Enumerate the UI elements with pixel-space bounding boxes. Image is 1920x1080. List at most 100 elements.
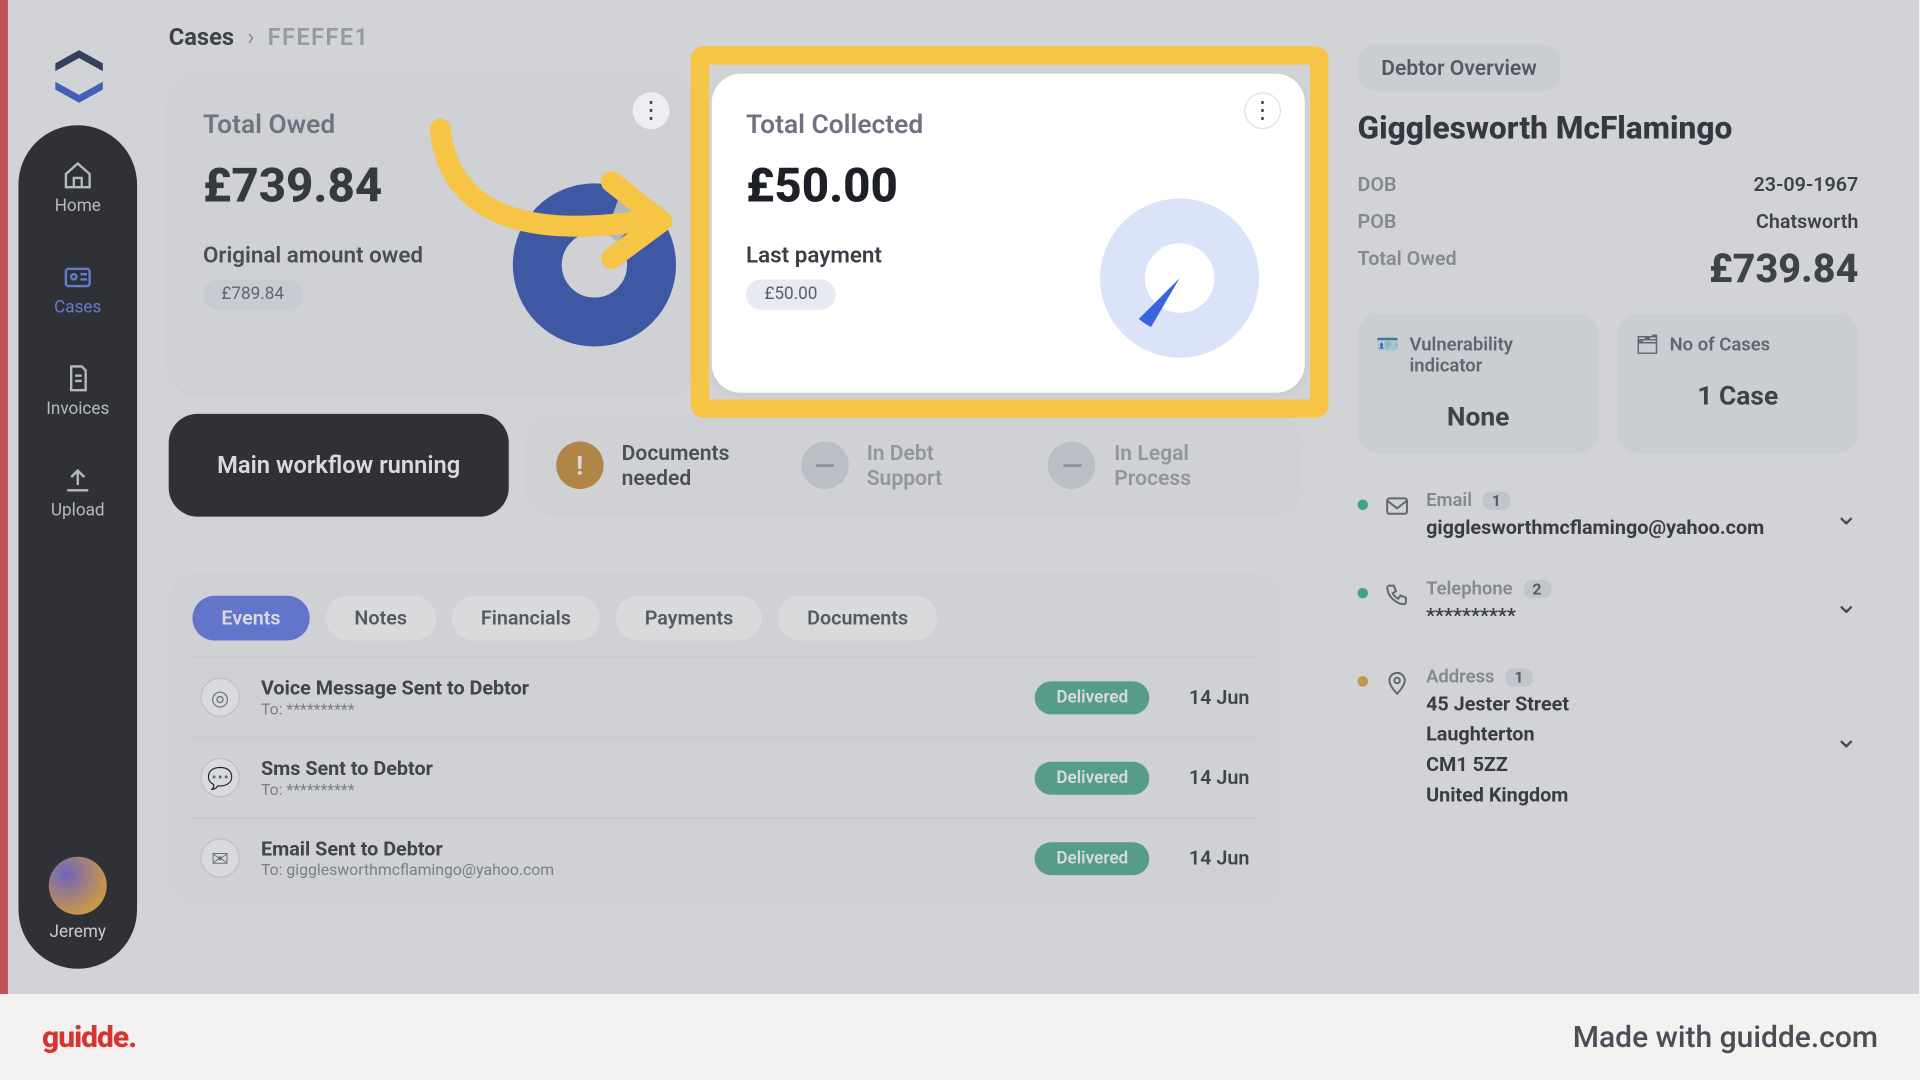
app-logo (42, 40, 116, 114)
tel-value: ********** (1426, 602, 1818, 630)
address-label: Address (1426, 667, 1494, 688)
address-line: Laughterton (1426, 721, 1818, 749)
location-icon (1384, 670, 1410, 696)
chevron-down-icon[interactable]: ⌄ (1834, 500, 1858, 533)
status-badge: Delivered (1035, 761, 1149, 794)
tab-notes[interactable]: Notes (325, 596, 436, 641)
chevron-down-icon[interactable]: ⌄ (1834, 588, 1858, 621)
section-chip: Debtor Overview (1358, 45, 1561, 91)
debtor-panel: Debtor Overview Gigglesworth McFlamingo … (1358, 45, 1859, 809)
pob-label: POB (1358, 210, 1397, 234)
status-bar: ! Documents needed — In Debt Support — I… (525, 414, 1303, 517)
dob-label: DOB (1358, 173, 1397, 197)
contact-email[interactable]: Email1 gigglesworthmcflamingo@yahoo.com … (1358, 490, 1859, 541)
contact-telephone[interactable]: Telephone 2 ********** ⌄ (1358, 579, 1859, 630)
activity-panel: Events Notes Financials Payments Documen… (169, 572, 1281, 905)
email-value: gigglesworthmcflamingo@yahoo.com (1426, 514, 1818, 542)
cases-icon (62, 261, 94, 293)
email-icon: ✉ (200, 838, 240, 878)
sidebar-item-home[interactable]: Home (55, 152, 101, 224)
tab-payments[interactable]: Payments (616, 596, 763, 641)
cases-card[interactable]: 🗂 No of Cases 1 Case (1617, 314, 1858, 454)
sidebar-item-cases[interactable]: Cases (54, 253, 101, 325)
breadcrumb-leaf: FFEFFE1 (268, 24, 370, 52)
cases-value: 1 Case (1636, 380, 1840, 412)
sidebar-item-upload[interactable]: Upload (51, 456, 105, 528)
chevron-down-icon[interactable]: ⌄ (1834, 722, 1858, 755)
contact-address[interactable]: Address 1 45 Jester Street Laughterton CM… (1358, 667, 1859, 809)
sidebar-item-invoices[interactable]: Invoices (46, 355, 109, 427)
card-menu-button[interactable]: ⋮ (633, 92, 670, 129)
tel-label: Telephone (1426, 579, 1513, 600)
event-subtext: To: ********** (261, 780, 1014, 798)
folder-icon: 🗂 (1636, 335, 1659, 356)
status-label: Documents needed (622, 440, 767, 490)
collected-donut-chart (1094, 192, 1265, 363)
workflow-status[interactable]: Main workflow running (169, 414, 509, 517)
user-menu[interactable]: Jeremy (49, 857, 107, 943)
status-debt-support[interactable]: — In Debt Support (801, 440, 1014, 490)
address-count: 1 (1505, 668, 1533, 686)
voice-icon: ◎ (200, 677, 240, 717)
event-subtext: To: ********** (261, 700, 1014, 718)
status-dot (1358, 676, 1369, 687)
last-payment-value: £50.00 (746, 279, 836, 309)
status-dot (1358, 588, 1369, 599)
dash-icon: — (801, 442, 848, 489)
card-menu-button[interactable]: ⋮ (1244, 92, 1281, 129)
warning-icon: ! (556, 442, 603, 489)
guidde-logo: guidde. (42, 1020, 136, 1055)
sidebar: Home Cases Invoices Upload Jeremy (18, 125, 137, 969)
owed-value: £739.84 (1709, 246, 1858, 292)
tab-financials[interactable]: Financials (452, 596, 600, 641)
owed-label: Total Owed (1358, 246, 1457, 292)
home-icon (62, 159, 94, 191)
status-dot (1358, 500, 1369, 511)
mail-icon (1384, 493, 1410, 519)
user-name: Jeremy (50, 923, 106, 943)
email-label: Email (1426, 490, 1472, 511)
owed-donut-chart (509, 179, 680, 350)
card-total-collected: ⋮ Total Collected £50.00 Last payment £5… (712, 74, 1305, 393)
dash-icon: — (1048, 442, 1095, 489)
chevron-right-icon: › (247, 24, 254, 52)
invoices-icon (62, 362, 94, 394)
email-count: 1 (1483, 492, 1511, 510)
original-amount-value: £789.84 (203, 279, 303, 309)
event-row[interactable]: ✉ Email Sent to Debtor To: gigglesworthm… (192, 817, 1257, 897)
event-subtext: To: gigglesworthmcflamingo@yahoo.com (261, 861, 1014, 879)
event-row[interactable]: ◎ Voice Message Sent to Debtor To: *****… (192, 656, 1257, 736)
card-total-owed: ⋮ Total Owed £739.84 Original amount owe… (169, 74, 694, 393)
dob-value: 23-09-1967 (1754, 173, 1859, 197)
status-legal-process[interactable]: — In Legal Process (1048, 440, 1270, 490)
vulnerability-value: None (1376, 401, 1580, 433)
upload-icon (62, 464, 94, 496)
status-documents-needed[interactable]: ! Documents needed (556, 440, 766, 490)
event-row[interactable]: 💬 Sms Sent to Debtor To: ********** Deli… (192, 737, 1257, 817)
sidebar-item-label: Home (55, 196, 101, 216)
status-label: In Debt Support (867, 440, 1014, 490)
status-badge: Delivered (1035, 681, 1149, 714)
guidde-footer: guidde. Made with guidde.com (0, 994, 1920, 1080)
sidebar-item-label: Invoices (46, 399, 109, 419)
guidde-attribution: Made with guidde.com (1573, 1020, 1878, 1055)
tab-documents[interactable]: Documents (778, 596, 937, 641)
cases-label: No of Cases (1670, 335, 1771, 356)
address-line: CM1 5ZZ (1426, 751, 1818, 779)
breadcrumb-root[interactable]: Cases (169, 24, 234, 52)
tel-count: 2 (1523, 580, 1551, 598)
card-title: Total Owed (203, 108, 659, 140)
sidebar-item-label: Upload (51, 501, 105, 521)
event-date: 14 Jun (1170, 766, 1249, 790)
accent-edge (0, 0, 8, 995)
workflow-label: Main workflow running (217, 451, 460, 479)
card-title: Total Collected (746, 108, 1271, 140)
avatar (49, 857, 107, 915)
vulnerability-label: Vulnerability indicator (1410, 335, 1581, 377)
sms-icon: 💬 (200, 758, 240, 798)
vulnerability-card[interactable]: 🪪Vulnerability indicator None (1358, 314, 1599, 454)
event-date: 14 Jun (1170, 846, 1249, 870)
tab-events[interactable]: Events (192, 596, 309, 641)
address-line: 45 Jester Street (1426, 691, 1818, 719)
status-label: In Legal Process (1114, 440, 1270, 490)
